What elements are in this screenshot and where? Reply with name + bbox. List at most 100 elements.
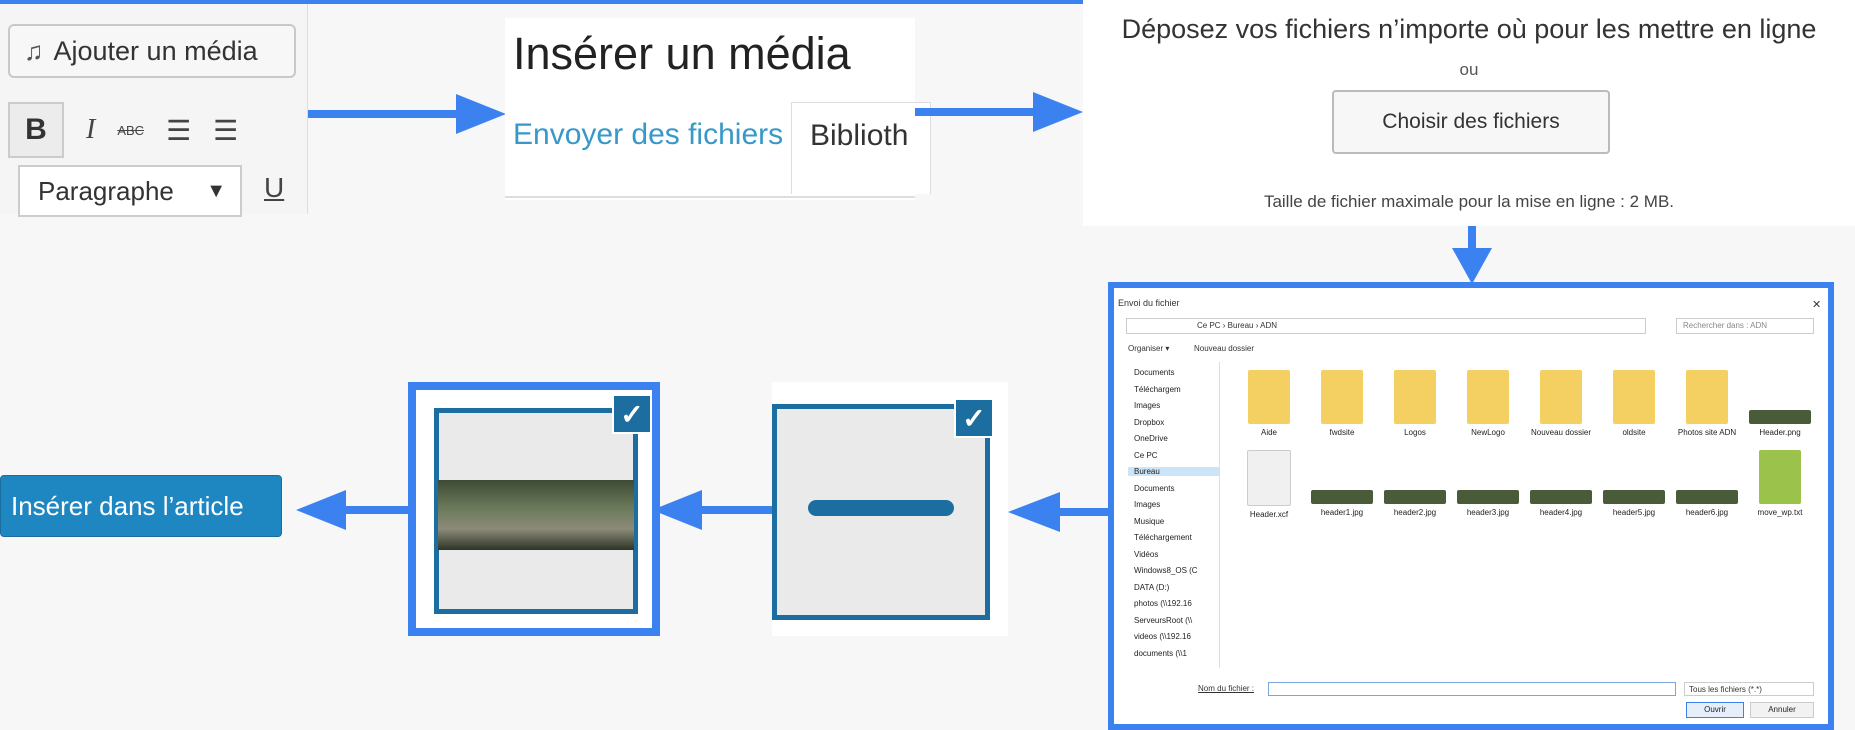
new-folder-button[interactable]: Nouveau dossier: [1194, 344, 1254, 353]
nav-item[interactable]: videos (\\192.16: [1134, 632, 1191, 641]
file-item[interactable]: header6.jpg: [1674, 450, 1740, 517]
file-name: Header.png: [1759, 428, 1801, 437]
close-icon[interactable]: ✕: [1812, 298, 1821, 311]
filename-label: Nom du fichier :: [1198, 684, 1255, 693]
file-generic-bar: [808, 500, 954, 516]
file-grid: Aide fwdsite Logos NewLogo Nouveau dossier ol…: [1236, 370, 1816, 530]
nav-item[interactable]: Téléchargement: [1134, 533, 1192, 542]
arrow-head-2: [1033, 92, 1083, 132]
format-toolbar: B I ABC ☰ ☰: [8, 102, 308, 158]
file-item[interactable]: move_wp.txt: [1747, 450, 1813, 517]
file-item[interactable]: header2.jpg: [1382, 450, 1448, 517]
nav-item[interactable]: Windows8_OS (C: [1134, 566, 1198, 575]
file-icon: [1384, 490, 1446, 504]
nav-item[interactable]: ServeursRoot (\\: [1134, 616, 1192, 625]
file-item[interactable]: header4.jpg: [1528, 450, 1594, 517]
nav-item[interactable]: Documents: [1134, 484, 1174, 493]
nav-item[interactable]: Dropbox: [1134, 418, 1164, 427]
address-bar[interactable]: Ce PC › Bureau › ADN: [1126, 318, 1646, 334]
tab-upload-files[interactable]: Envoyer des fichiers: [513, 118, 783, 152]
nav-item[interactable]: documents (\\1: [1134, 649, 1187, 658]
folder-icon: [1540, 370, 1582, 424]
tab-library[interactable]: Biblioth: [791, 102, 931, 194]
bold-button[interactable]: B: [8, 102, 64, 158]
flow-arrow-3: [1468, 226, 1476, 250]
strikethrough-button[interactable]: ABC: [117, 123, 144, 138]
file-item[interactable]: header3.jpg: [1455, 450, 1521, 517]
header-photo-thumbnail: [438, 480, 634, 550]
nav-item[interactable]: Ce PC: [1134, 451, 1158, 460]
add-media-button[interactable]: ♫ Ajouter un média: [8, 24, 296, 78]
file-name: header1.jpg: [1320, 508, 1364, 517]
nav-item[interactable]: Bureau: [1128, 467, 1220, 476]
file-name: header2.jpg: [1393, 508, 1437, 517]
file-icon: [1311, 490, 1373, 504]
insert-into-post-button[interactable]: Insérer dans l’article: [0, 475, 282, 537]
arrow-head-6: [296, 490, 346, 530]
folder-icon: [1686, 370, 1728, 424]
file-name: header5.jpg: [1612, 508, 1656, 517]
nav-item[interactable]: Téléchargem: [1134, 385, 1181, 394]
file-icon: [1247, 450, 1291, 506]
file-item[interactable]: Logos: [1382, 370, 1448, 437]
nav-item[interactable]: Documents: [1134, 368, 1174, 377]
nav-item[interactable]: OneDrive: [1134, 434, 1168, 443]
checkmark-icon: ✓: [612, 394, 652, 434]
choose-files-button[interactable]: Choisir des fichiers: [1332, 90, 1610, 154]
file-name: Aide: [1260, 428, 1277, 437]
numbered-list-icon[interactable]: ☰: [213, 114, 238, 147]
file-item[interactable]: header1.jpg: [1309, 450, 1375, 517]
folder-icon: [1467, 370, 1509, 424]
insert-media-panel: Insérer un média Biblioth Envoyer des fi…: [505, 18, 931, 200]
search-input[interactable]: Rechercher dans : ADN: [1676, 318, 1814, 334]
chevron-down-icon: ▼: [206, 179, 226, 202]
organize-menu[interactable]: Organiser ▾: [1128, 344, 1169, 353]
file-item[interactable]: fwdsite: [1309, 370, 1375, 437]
arrow-head-1: [456, 94, 506, 134]
cancel-button[interactable]: Annuler: [1750, 702, 1814, 718]
file-name: Header.xcf: [1249, 510, 1289, 519]
flow-arrow-4: [1060, 508, 1110, 516]
file-name: header4.jpg: [1539, 508, 1583, 517]
open-button[interactable]: Ouvrir: [1686, 702, 1744, 718]
file-item[interactable]: Header.xcf: [1236, 450, 1302, 519]
file-name: move_wp.txt: [1757, 508, 1803, 517]
paragraph-format-value: Paragraphe: [38, 175, 174, 206]
arrow-head-4: [1008, 492, 1060, 532]
file-name: NewLogo: [1471, 428, 1505, 437]
flow-arrow-5: [700, 506, 772, 514]
nav-item[interactable]: Musique: [1134, 517, 1164, 526]
nav-item[interactable]: photos (\\192.16: [1134, 599, 1192, 608]
filename-input[interactable]: [1268, 682, 1676, 696]
arrow-head-3: [1452, 248, 1492, 284]
drop-zone-text: Déposez vos fichiers n’importe où pour l…: [1121, 14, 1817, 44]
media-icon: ♫: [24, 35, 44, 66]
flow-arrow-6: [336, 506, 408, 514]
file-item[interactable]: NewLogo: [1455, 370, 1521, 437]
underline-button[interactable]: U: [264, 172, 284, 204]
folder-icon: [1321, 370, 1363, 424]
file-item[interactable]: Photos site ADN: [1674, 370, 1740, 437]
nav-item[interactable]: Images: [1134, 500, 1160, 509]
file-item[interactable]: Nouveau dossier: [1528, 370, 1594, 437]
file-name: fwdsite: [1329, 428, 1355, 437]
file-name: Photos site ADN: [1677, 428, 1737, 437]
nav-item[interactable]: Vidéos: [1134, 550, 1158, 559]
file-item[interactable]: Aide: [1236, 370, 1302, 437]
file-icon: [1457, 490, 1519, 504]
checkmark-icon: ✓: [954, 398, 994, 438]
filetype-select[interactable]: Tous les fichiers (*.*): [1684, 682, 1814, 696]
insert-media-title: Insérer un média: [513, 28, 851, 79]
upload-panel: Déposez vos fichiers n’importe où pour l…: [1083, 0, 1855, 226]
bullet-list-icon[interactable]: ☰: [166, 114, 191, 147]
file-icon: [1749, 410, 1811, 424]
file-item[interactable]: Header.png: [1747, 370, 1813, 437]
file-item[interactable]: header5.jpg: [1601, 450, 1667, 517]
uploading-file-tile: ✓: [772, 382, 1008, 636]
paragraph-format-select[interactable]: Paragraphe ▼: [18, 165, 242, 217]
file-name: oldsite: [1622, 428, 1646, 437]
nav-item[interactable]: Images: [1134, 401, 1160, 410]
file-item[interactable]: oldsite: [1601, 370, 1667, 437]
italic-button[interactable]: I: [86, 114, 95, 146]
nav-item[interactable]: DATA (D:): [1134, 583, 1169, 592]
